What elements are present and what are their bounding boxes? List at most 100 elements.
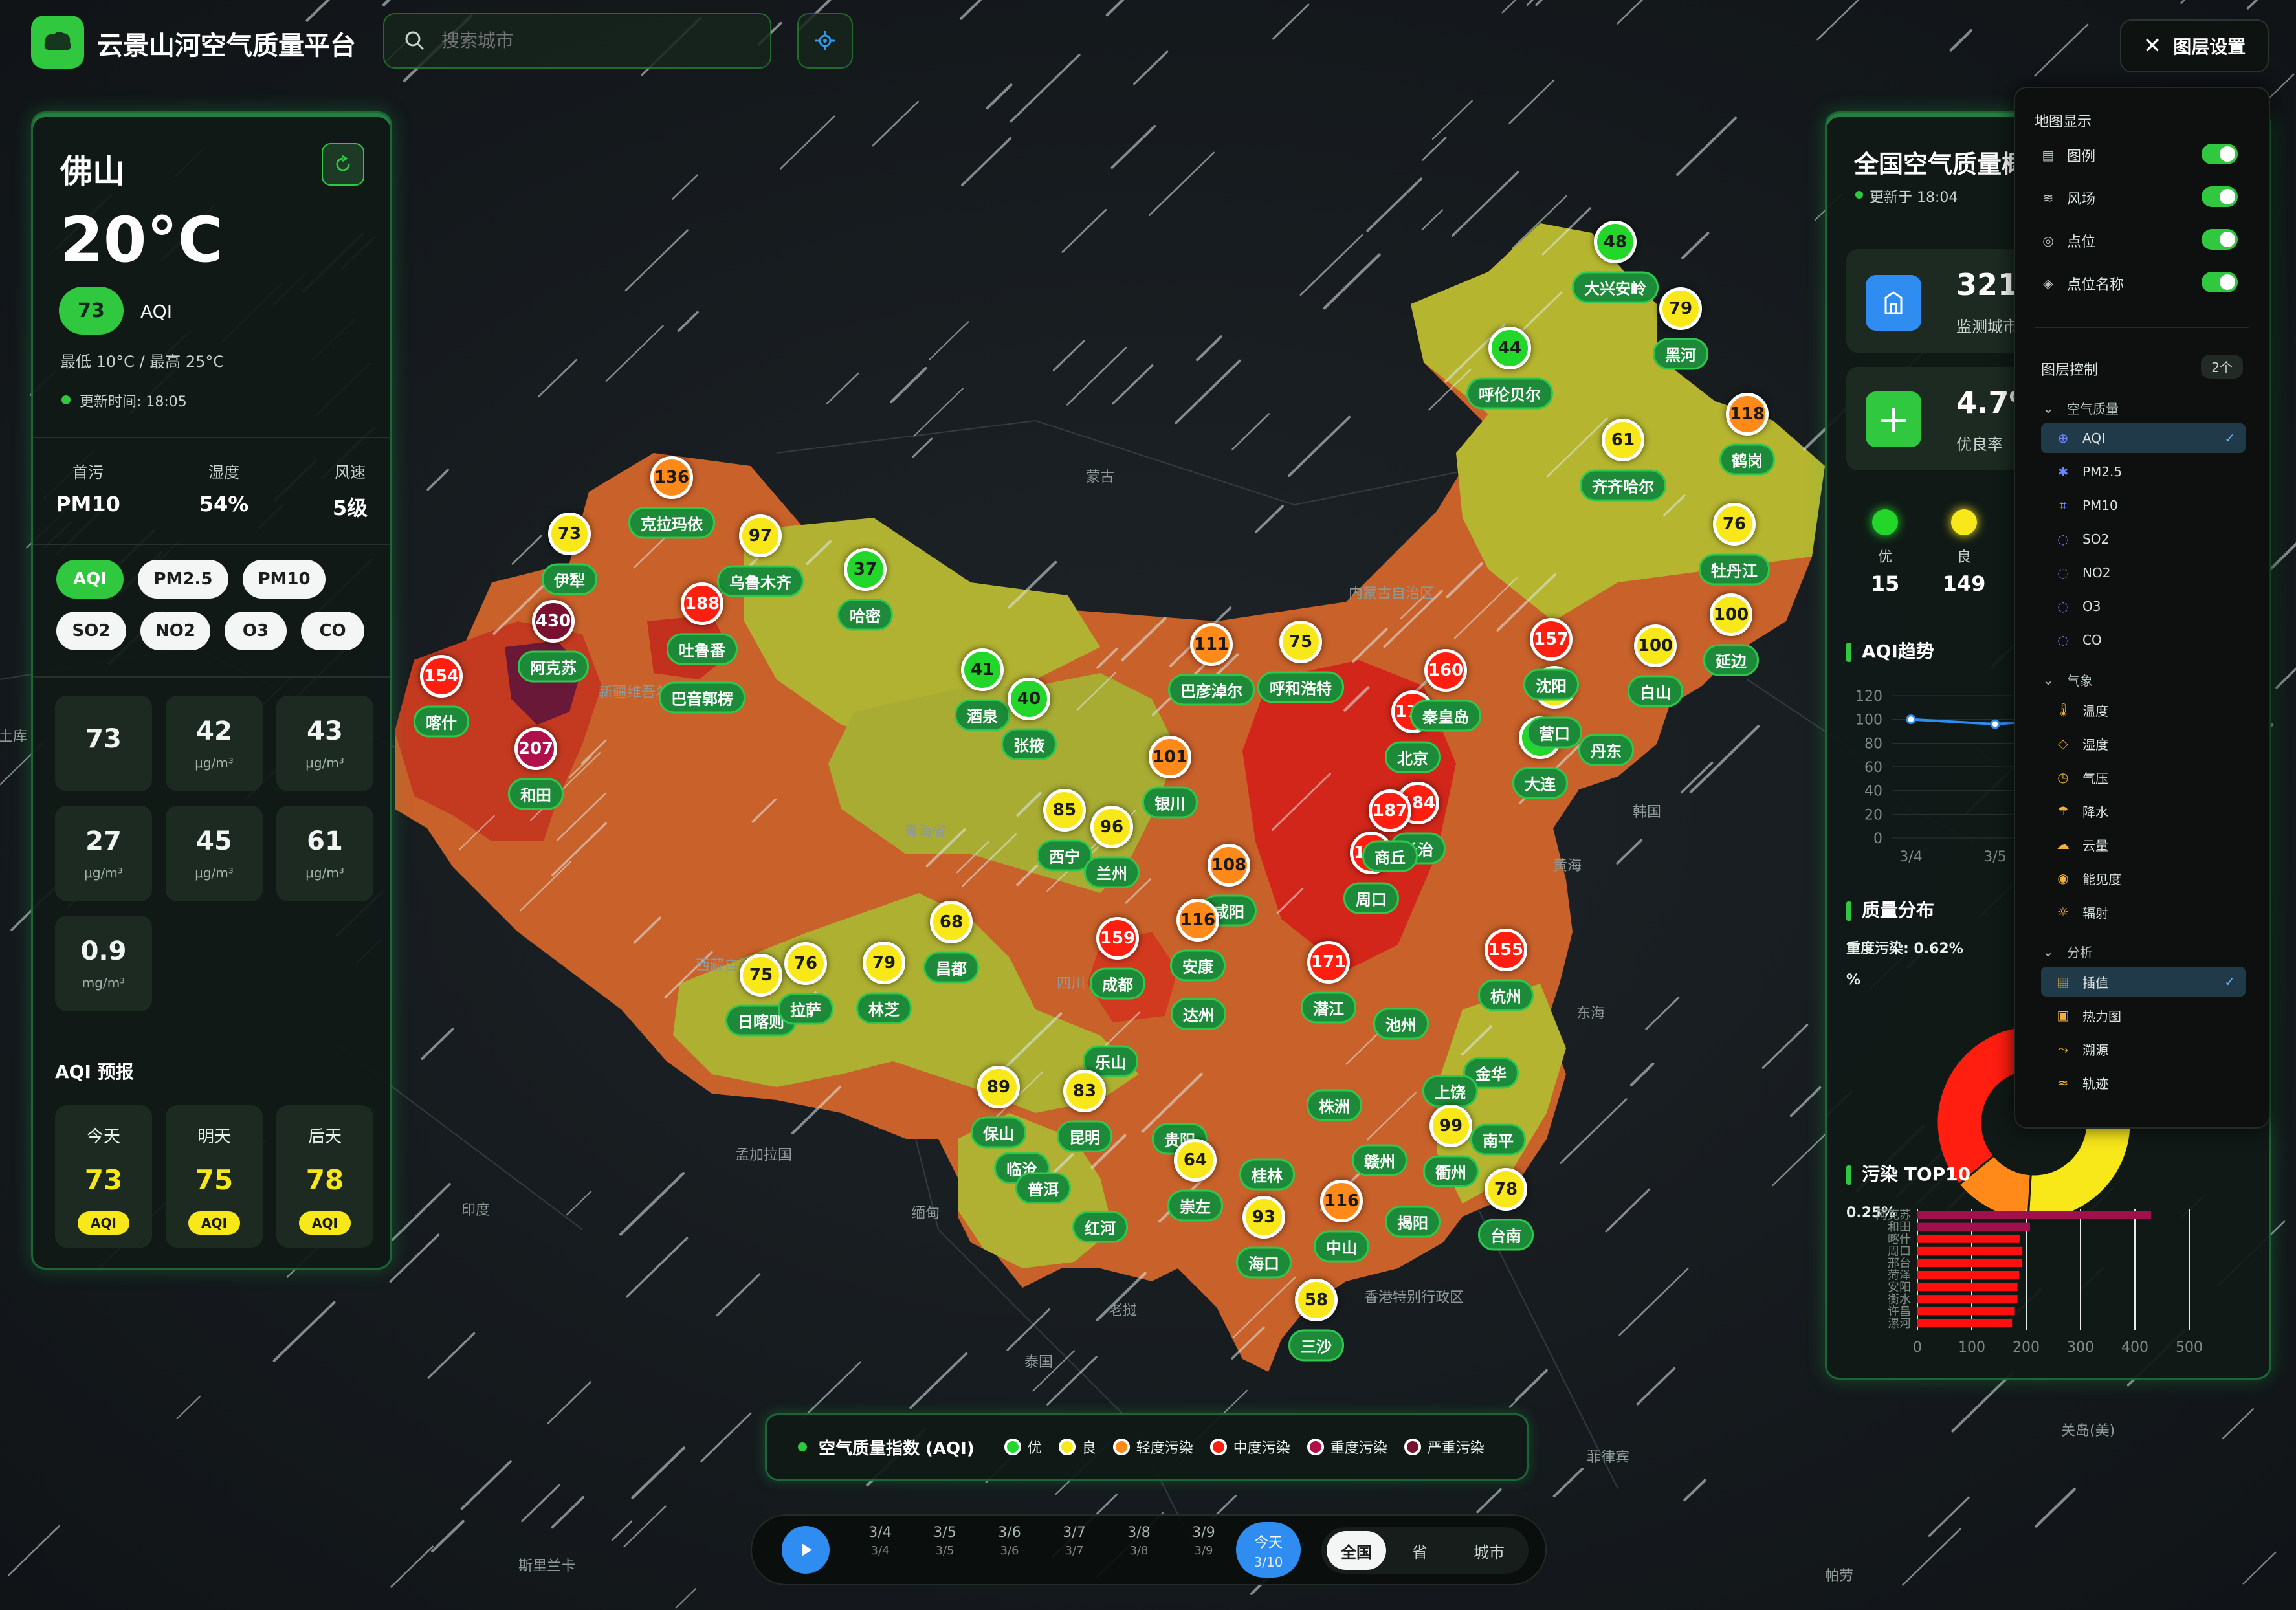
timeline-date[interactable]: 3/5 3/5 xyxy=(919,1524,971,1560)
layer-group-header[interactable]: ⌄ 气象 xyxy=(2041,670,2093,689)
timeline-date[interactable]: 3/7 3/7 xyxy=(1048,1524,1100,1560)
city-aqi-marker[interactable]: 111 xyxy=(1190,623,1233,666)
layer-item[interactable]: ◌ NO2 xyxy=(2041,558,2246,588)
layer-group-header[interactable]: ⌄ 分析 xyxy=(2041,942,2093,961)
layer-item[interactable]: ◌ CO xyxy=(2041,625,2246,655)
toggle-switch[interactable] xyxy=(2202,272,2238,292)
layer-item[interactable]: ◷ 气压 xyxy=(2041,762,2246,792)
city-name-tag[interactable]: 台南 xyxy=(1478,1219,1534,1251)
city-name-tag[interactable]: 鹤岗 xyxy=(1719,443,1775,476)
city-aqi-marker[interactable]: 58 xyxy=(1295,1279,1338,1321)
locate-button[interactable] xyxy=(797,13,853,69)
city-name-tag[interactable]: 株洲 xyxy=(1307,1089,1362,1121)
city-name-tag[interactable]: 达州 xyxy=(1171,998,1226,1030)
layer-item[interactable]: ◌ SO2 xyxy=(2041,524,2246,554)
city-name-tag[interactable]: 赣州 xyxy=(1352,1144,1407,1176)
city-aqi-marker[interactable]: 48 xyxy=(1594,221,1637,263)
pollutant-tab[interactable]: AQI xyxy=(56,560,124,599)
layer-settings-button[interactable]: ✕ 图层设置 xyxy=(2120,19,2269,72)
city-name-tag[interactable]: 昆明 xyxy=(1057,1120,1112,1152)
city-name-tag[interactable]: 普洱 xyxy=(1015,1172,1071,1204)
city-aqi-marker[interactable]: 118 xyxy=(1726,393,1769,436)
pollutant-tab[interactable]: PM10 xyxy=(243,560,326,599)
city-name-tag[interactable]: 延边 xyxy=(1703,644,1759,676)
city-aqi-marker[interactable]: 187 xyxy=(1369,789,1411,832)
city-name-tag[interactable]: 齐齐哈尔 xyxy=(1580,469,1666,502)
layer-item[interactable]: ⤳ 溯源 xyxy=(2041,1034,2246,1064)
city-name-tag[interactable]: 池州 xyxy=(1373,1008,1429,1040)
city-name-tag[interactable]: 杭州 xyxy=(1478,979,1534,1011)
city-aqi-marker[interactable]: 136 xyxy=(650,456,693,499)
city-name-tag[interactable]: 伊犁 xyxy=(542,563,597,595)
city-name-tag[interactable]: 丹东 xyxy=(1578,734,1634,766)
layer-item[interactable]: ◉ 能见度 xyxy=(2041,863,2246,893)
city-name-tag[interactable]: 揭阳 xyxy=(1385,1206,1441,1238)
scope-button[interactable]: 全国 xyxy=(1327,1531,1386,1570)
timeline-date[interactable]: 3/9 3/9 xyxy=(1178,1524,1230,1560)
toggle-switch[interactable] xyxy=(2202,229,2238,250)
city-aqi-marker[interactable]: 116 xyxy=(1176,899,1219,942)
layer-item[interactable]: ☼ 辐射 xyxy=(2041,897,2246,927)
city-aqi-marker[interactable]: 97 xyxy=(739,514,782,557)
city-name-tag[interactable]: 乌鲁木齐 xyxy=(717,565,804,597)
city-name-tag[interactable]: 桂林 xyxy=(1239,1158,1295,1191)
layer-item[interactable]: ▦ 插值 ✓ xyxy=(2041,967,2246,997)
layer-item[interactable]: ✱ PM2.5 xyxy=(2041,457,2246,487)
city-aqi-marker[interactable]: 99 xyxy=(1429,1105,1472,1147)
city-name-tag[interactable]: 巴音郭楞 xyxy=(659,681,745,714)
city-aqi-marker[interactable]: 83 xyxy=(1063,1070,1106,1112)
city-name-tag[interactable]: 南平 xyxy=(1470,1123,1526,1156)
city-name-tag[interactable]: 营口 xyxy=(1527,716,1582,749)
refresh-button[interactable] xyxy=(322,143,364,186)
city-aqi-marker[interactable]: 100 xyxy=(1634,624,1677,667)
layer-item[interactable]: ⊕ AQI ✓ xyxy=(2041,423,2246,453)
city-aqi-marker[interactable]: 41 xyxy=(961,648,1004,691)
pollutant-tab[interactable]: O3 xyxy=(225,612,287,650)
city-aqi-marker[interactable]: 101 xyxy=(1149,736,1191,778)
layer-item[interactable]: ☂ 降水 xyxy=(2041,796,2246,826)
city-aqi-marker[interactable]: 79 xyxy=(1659,287,1702,330)
city-name-tag[interactable]: 海口 xyxy=(1236,1246,1292,1279)
city-name-tag[interactable]: 吐鲁番 xyxy=(667,633,738,665)
city-name-tag[interactable]: 酒泉 xyxy=(955,699,1010,731)
city-name-tag[interactable]: 阿克苏 xyxy=(518,650,589,683)
city-aqi-marker[interactable]: 85 xyxy=(1043,789,1086,832)
city-aqi-marker[interactable]: 44 xyxy=(1488,327,1531,369)
city-aqi-marker[interactable]: 93 xyxy=(1242,1196,1285,1239)
city-aqi-marker[interactable]: 154 xyxy=(420,655,463,698)
city-aqi-marker[interactable]: 188 xyxy=(681,582,723,625)
city-aqi-marker[interactable]: 159 xyxy=(1096,917,1139,960)
city-name-tag[interactable]: 崇左 xyxy=(1167,1189,1223,1222)
city-aqi-marker[interactable]: 37 xyxy=(844,548,887,591)
pollutant-tab[interactable]: NO2 xyxy=(140,612,210,650)
city-aqi-marker[interactable]: 76 xyxy=(1713,503,1756,546)
pollutant-tab[interactable]: CO xyxy=(301,612,364,650)
city-name-tag[interactable]: 大兴安岭 xyxy=(1572,271,1659,303)
city-name-tag[interactable]: 克拉玛依 xyxy=(628,507,715,539)
layer-item[interactable]: ≈ 轨迹 xyxy=(2041,1068,2246,1097)
city-name-tag[interactable]: 上饶 xyxy=(1422,1075,1478,1107)
city-name-tag[interactable]: 呼和浩特 xyxy=(1257,671,1344,703)
timeline-today[interactable]: 今天 3/10 xyxy=(1236,1522,1301,1578)
city-name-tag[interactable]: 商丘 xyxy=(1362,840,1418,872)
city-aqi-marker[interactable]: 160 xyxy=(1424,649,1467,692)
city-aqi-marker[interactable]: 73 xyxy=(548,513,591,555)
city-aqi-marker[interactable]: 116 xyxy=(1320,1180,1363,1222)
layer-item[interactable]: ☁ 云量 xyxy=(2041,830,2246,859)
city-name-tag[interactable]: 大连 xyxy=(1512,767,1568,799)
city-aqi-marker[interactable]: 155 xyxy=(1485,929,1527,971)
city-name-tag[interactable]: 沈阳 xyxy=(1523,668,1579,701)
city-aqi-marker[interactable]: 207 xyxy=(514,727,557,770)
layer-item[interactable]: ▣ 热力图 xyxy=(2041,1000,2246,1030)
city-aqi-marker[interactable]: 68 xyxy=(930,901,973,943)
pollutant-tab[interactable]: SO2 xyxy=(56,612,126,650)
city-aqi-marker[interactable]: 40 xyxy=(1008,678,1050,720)
search-input[interactable] xyxy=(441,30,752,51)
city-name-tag[interactable]: 巴彦淖尔 xyxy=(1168,674,1255,706)
city-aqi-marker[interactable]: 430 xyxy=(532,600,575,643)
city-aqi-marker[interactable]: 61 xyxy=(1602,419,1644,461)
toggle-switch[interactable] xyxy=(2202,186,2238,207)
timeline-date[interactable]: 3/4 3/4 xyxy=(854,1524,906,1560)
city-name-tag[interactable]: 牡丹江 xyxy=(1699,553,1770,586)
city-name-tag[interactable]: 中山 xyxy=(1314,1230,1369,1263)
